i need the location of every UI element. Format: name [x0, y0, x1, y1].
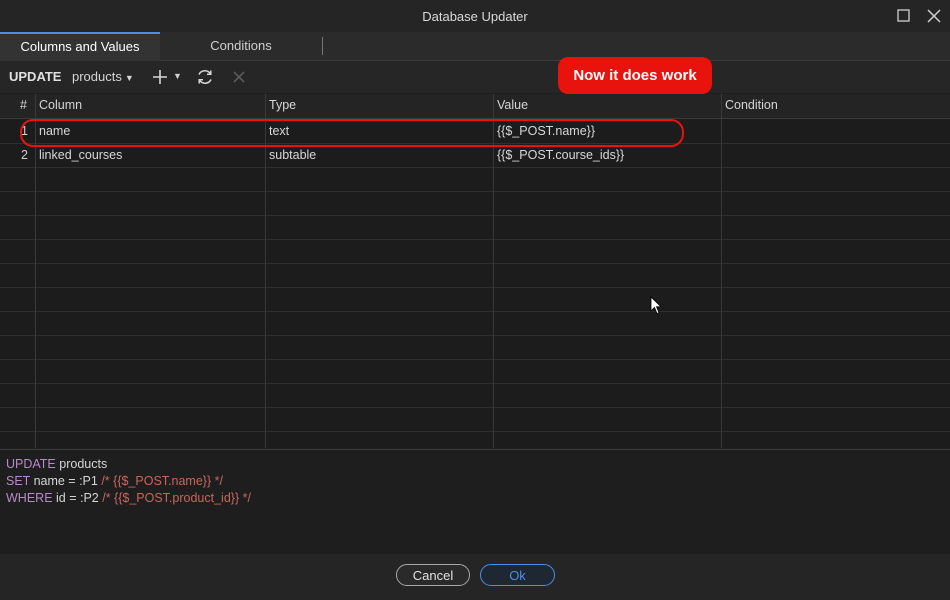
empty-row[interactable]: [0, 383, 950, 408]
ok-button[interactable]: Ok: [480, 564, 555, 586]
column-divider: [35, 94, 36, 448]
cell-value[interactable]: {{$_POST.name}}: [497, 124, 595, 138]
add-icon[interactable]: [150, 67, 170, 87]
column-divider: [265, 94, 266, 448]
sql-comment: /* {{$_POST.name}} */: [101, 474, 223, 488]
tab-columns-and-values[interactable]: Columns and Values: [0, 32, 160, 62]
cancel-button[interactable]: Cancel: [396, 564, 470, 586]
refresh-icon[interactable]: [195, 67, 215, 87]
action-label: UPDATE: [9, 69, 62, 84]
empty-row[interactable]: [0, 215, 950, 240]
row-number: 2: [21, 148, 28, 162]
toolbar: UPDATE products ▼ ▼: [0, 61, 950, 93]
title-bar: Database Updater: [0, 0, 950, 32]
sql-text: products: [55, 457, 108, 471]
cell-value[interactable]: {{$_POST.course_ids}}: [497, 148, 624, 162]
empty-row[interactable]: [0, 167, 950, 192]
sql-keyword: SET: [6, 474, 31, 488]
table-selector[interactable]: products ▼: [72, 69, 134, 84]
grid-header: # Column Type Value Condition: [0, 94, 950, 119]
annotation-callout: Now it does work: [558, 57, 712, 94]
column-divider: [493, 94, 494, 448]
cell-type[interactable]: subtable: [269, 148, 316, 162]
close-icon[interactable]: [924, 6, 944, 26]
column-divider: [721, 94, 722, 448]
empty-row[interactable]: [0, 311, 950, 336]
header-value[interactable]: Value: [497, 98, 528, 112]
delete-icon[interactable]: [229, 67, 249, 87]
cell-column[interactable]: linked_courses: [39, 148, 122, 162]
sql-line-update: UPDATE products: [0, 456, 950, 473]
empty-row[interactable]: [0, 263, 950, 288]
sql-keyword: WHERE: [6, 491, 53, 505]
empty-row[interactable]: [0, 191, 950, 216]
empty-row[interactable]: [0, 407, 950, 432]
header-condition[interactable]: Condition: [725, 98, 778, 112]
add-dropdown-chevron-icon[interactable]: ▼: [173, 71, 182, 81]
sql-comment: /* {{$_POST.product_id}} */: [102, 491, 251, 505]
empty-row[interactable]: [0, 287, 950, 312]
table-row[interactable]: 2 linked_courses subtable {{$_POST.cours…: [0, 143, 950, 168]
maximize-icon[interactable]: [894, 6, 914, 26]
header-type[interactable]: Type: [269, 98, 296, 112]
dialog-footer: Cancel Ok: [0, 554, 950, 600]
sql-text: name = :P1: [30, 474, 102, 488]
sql-preview: UPDATE products SET name = :P1 /* {{$_PO…: [0, 449, 950, 554]
chevron-down-icon: ▼: [124, 73, 134, 83]
columns-grid: # Column Type Value Condition 1 name tex…: [0, 94, 950, 448]
empty-row[interactable]: [0, 359, 950, 384]
sql-text: id = :P2: [52, 491, 103, 505]
window-title: Database Updater: [422, 8, 528, 24]
row-number: 1: [21, 124, 28, 138]
header-number: #: [20, 98, 27, 112]
sql-line-where: WHERE id = :P2 /* {{$_POST.product_id}} …: [0, 490, 950, 507]
sql-line-set: SET name = :P1 /* {{$_POST.name}} */: [0, 473, 950, 490]
cell-type[interactable]: text: [269, 124, 289, 138]
tab-bar: Columns and Values Conditions: [0, 32, 950, 62]
empty-row[interactable]: [0, 239, 950, 264]
sql-keyword: UPDATE: [6, 457, 56, 471]
table-row[interactable]: 1 name text {{$_POST.name}}: [0, 119, 950, 144]
mouse-cursor-icon: [650, 296, 662, 315]
empty-row[interactable]: [0, 335, 950, 360]
tab-conditions[interactable]: Conditions: [160, 37, 323, 55]
table-name: products: [72, 69, 122, 84]
header-column[interactable]: Column: [39, 98, 82, 112]
cell-column[interactable]: name: [39, 124, 70, 138]
